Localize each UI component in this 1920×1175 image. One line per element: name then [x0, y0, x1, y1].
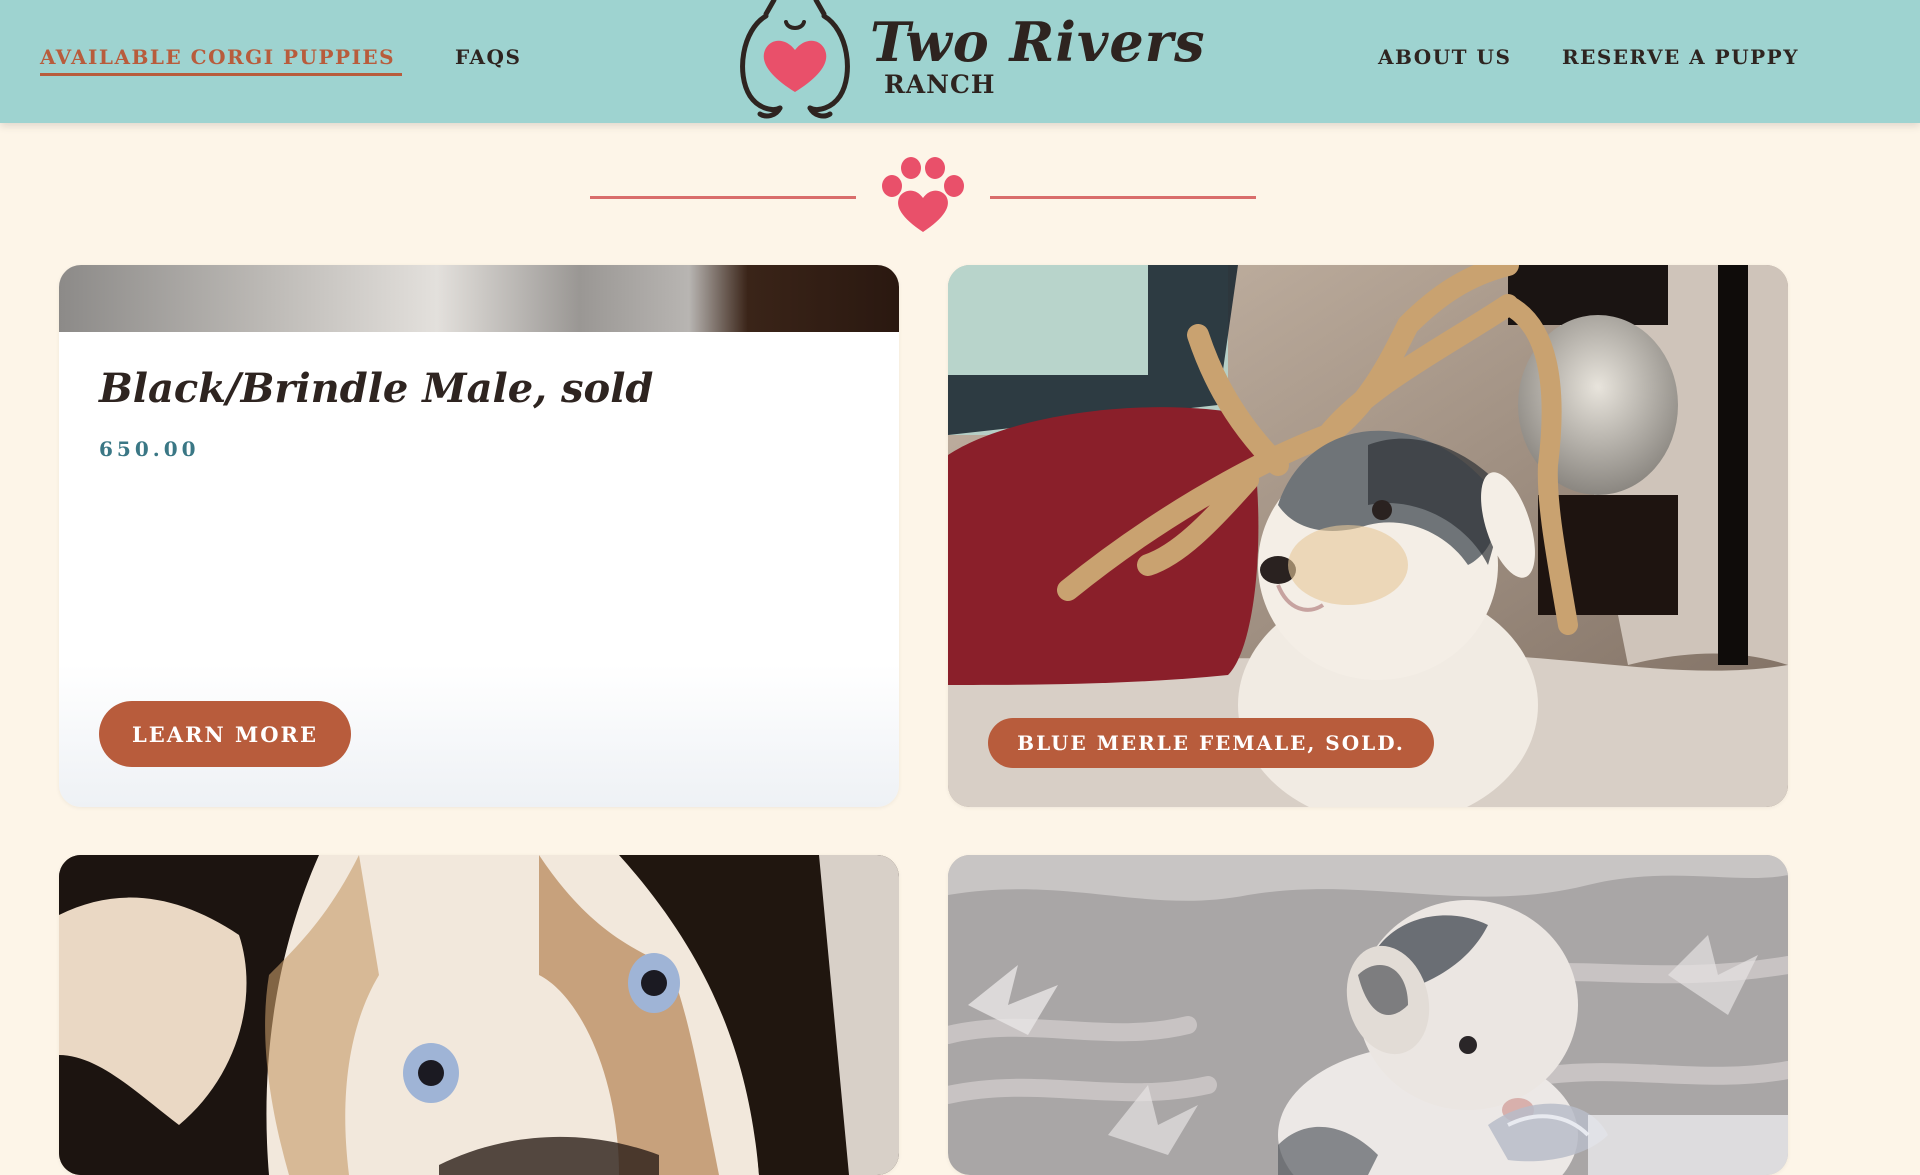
divider-line-left: [590, 196, 856, 199]
paw-heart-icon: [882, 157, 964, 232]
divider-line-right: [990, 196, 1256, 199]
card-title[interactable]: Black/Brindle Male, sold: [99, 365, 653, 412]
card-image-strip: [59, 265, 899, 332]
sold-status-badge[interactable]: BLUE MERLE FEMALE, SOLD.: [988, 718, 1434, 768]
puppy-photo[interactable]: [948, 855, 1788, 1175]
nav-available-corgi-puppies[interactable]: AVAILABLE CORGI PUPPIES: [40, 45, 395, 69]
nav-faqs[interactable]: FAQS: [455, 45, 521, 69]
card-price: 650.00: [99, 437, 200, 461]
nav-reserve-a-puppy[interactable]: RESERVE A PUPPY: [1562, 45, 1799, 69]
nav-about-us[interactable]: ABOUT US: [1378, 45, 1511, 69]
site-header: AVAILABLE CORGI PUPPIES FAQS Two Rivers …: [0, 0, 1920, 123]
puppy-card-blue-merle-female[interactable]: BLUE MERLE FEMALE, SOLD.: [948, 265, 1788, 807]
logo-title[interactable]: Two Rivers: [870, 10, 1206, 74]
puppy-photo[interactable]: [59, 855, 899, 1175]
puppy-card-tricolor[interactable]: [59, 855, 899, 1175]
logo-subtitle: RANCH: [884, 70, 996, 99]
active-nav-underline: [40, 73, 402, 76]
puppy-card-blue-merle-blanket[interactable]: [948, 855, 1788, 1175]
puppy-card-black-brindle[interactable]: Black/Brindle Male, sold 650.00 LEARN MO…: [59, 265, 899, 807]
learn-more-button[interactable]: LEARN MORE: [99, 701, 351, 767]
corgi-heart-logo-icon[interactable]: [736, 0, 854, 120]
